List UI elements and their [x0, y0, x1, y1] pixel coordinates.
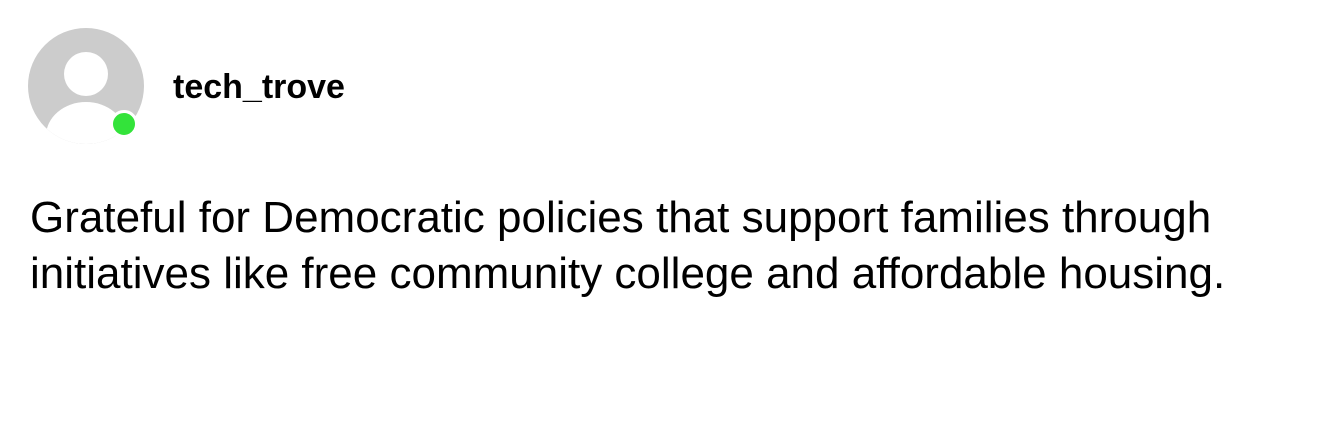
- online-status-indicator: [110, 110, 138, 138]
- post-body-text: Grateful for Democratic policies that su…: [30, 193, 1226, 298]
- author-username[interactable]: tech_trove: [173, 68, 345, 106]
- author-avatar-container[interactable]: [28, 28, 144, 144]
- post-card: tech_trove Grateful for Democratic polic…: [0, 0, 1344, 442]
